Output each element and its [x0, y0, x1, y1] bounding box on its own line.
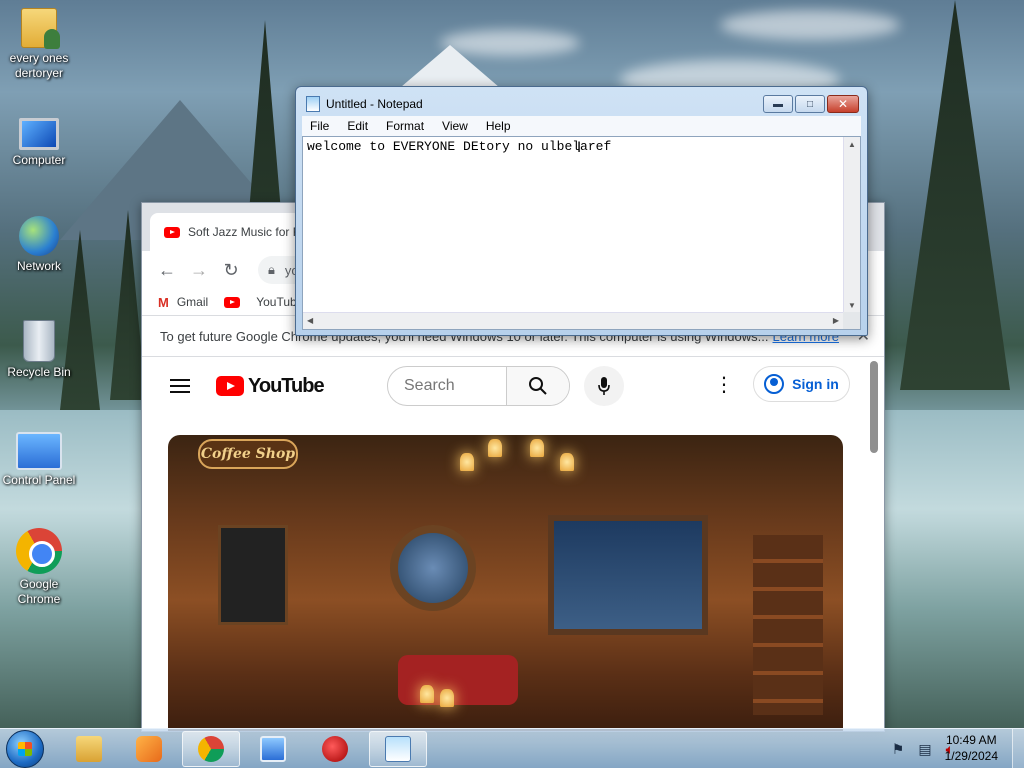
scroll-right-icon[interactable]: ▶	[833, 316, 839, 325]
menu-view[interactable]: View	[442, 119, 468, 133]
network-status-icon[interactable]: ▤	[918, 741, 931, 758]
desktop-icon-network[interactable]: Network	[0, 216, 78, 274]
control-panel-icon	[260, 736, 286, 762]
notepad-icon	[385, 736, 411, 762]
system-clock[interactable]: 10:49 AM 1/29/2024	[945, 732, 998, 764]
youtube-logo-text: YouTube	[248, 374, 325, 397]
taskbar-chrome[interactable]	[182, 731, 240, 767]
taskbar-notepad[interactable]	[369, 731, 427, 767]
desktop-icon-computer[interactable]: Computer	[0, 114, 78, 168]
folder-icon	[21, 8, 60, 49]
search-input[interactable]: Search	[388, 367, 506, 405]
tab-title: Soft Jazz Music for R	[188, 225, 302, 239]
desktop-icon-folder[interactable]: every ones dertoryer	[0, 8, 78, 81]
control-panel-icon	[16, 432, 62, 470]
window-controls: ▬ □ ✕	[763, 95, 859, 113]
start-button[interactable]	[6, 730, 44, 768]
voice-search-button[interactable]	[584, 366, 624, 406]
desktop-icon-label: Google Chrome	[17, 577, 61, 606]
thumbnail-sign: Coffee Shop	[198, 439, 298, 469]
menu-edit[interactable]: Edit	[347, 119, 368, 133]
chrome-icon	[198, 736, 224, 762]
menu-format[interactable]: Format	[386, 119, 424, 133]
youtube-logo-icon	[216, 376, 244, 396]
desktop-icon-label: Recycle Bin	[7, 365, 71, 379]
show-desktop-button[interactable]	[1012, 729, 1024, 768]
network-icon	[19, 216, 59, 256]
sign-in-button[interactable]: Sign in	[753, 366, 850, 402]
reload-icon[interactable]: ↻	[220, 259, 242, 281]
microphone-icon	[598, 377, 610, 395]
bookmark-label: Gmail	[176, 295, 209, 309]
notepad-window[interactable]: Untitled - Notepad ▬ □ ✕ File Edit Forma…	[295, 86, 868, 336]
tab-youtube[interactable]: Soft Jazz Music for R	[150, 213, 302, 251]
explorer-icon	[76, 736, 102, 762]
account-icon	[764, 374, 785, 394]
desktop-icon-label: Control Panel	[2, 473, 76, 487]
youtube-page: YouTube Search ⋮ Sign in Coffee Shop	[142, 357, 884, 731]
desktop-icon-chrome[interactable]: Google Chrome	[0, 528, 78, 607]
sign-in-label: Sign in	[792, 376, 839, 392]
desktop-icon-label: every ones dertoryer	[9, 51, 69, 80]
youtube-favicon-icon	[164, 226, 180, 238]
scroll-up-icon[interactable]: ▲	[848, 140, 856, 149]
menu-file[interactable]: File	[310, 119, 329, 133]
desktop-icon-label: Computer	[12, 153, 66, 167]
bookmark-youtube[interactable]: YouTube	[224, 295, 303, 309]
editor-content[interactable]: welcome to EVERYONE DEtory no ulbelaref	[307, 139, 611, 154]
desktop-icon-recycle-bin[interactable]: Recycle Bin	[0, 320, 78, 380]
media-player-icon	[136, 736, 162, 762]
taskbar-media-player[interactable]	[120, 731, 178, 767]
text-editor-area[interactable]: welcome to EVERYONE DEtory no ulbelaref …	[302, 136, 861, 330]
horizontal-scrollbar[interactable]: ◀ ▶	[303, 312, 843, 329]
forward-arrow-icon[interactable]: →	[188, 259, 210, 281]
close-button[interactable]: ✕	[827, 95, 859, 113]
recycle-bin-icon	[23, 320, 55, 362]
computer-icon	[19, 118, 59, 150]
menu-help[interactable]: Help	[486, 119, 511, 133]
desktop-icon-control-panel[interactable]: Control Panel	[0, 428, 78, 488]
red-app-icon	[322, 736, 348, 762]
menu-icon[interactable]	[170, 379, 190, 393]
taskbar: ⚑ ▤ 🔈︎ 10:49 AM 1/29/2024	[0, 728, 1024, 768]
menu-bar: File Edit Format View Help	[302, 116, 861, 136]
action-center-flag-icon[interactable]: ⚑	[892, 741, 905, 758]
video-thumbnail[interactable]: Coffee Shop	[168, 435, 843, 731]
search-icon	[529, 377, 547, 395]
window-title: Untitled - Notepad	[326, 97, 423, 111]
gmail-icon: M	[158, 294, 169, 310]
scroll-down-icon[interactable]: ▼	[848, 301, 856, 310]
text-cursor-icon: I	[577, 140, 582, 156]
youtube-favicon-icon	[224, 296, 241, 308]
youtube-search-box: Search	[387, 366, 570, 406]
maximize-button[interactable]: □	[795, 95, 825, 113]
notepad-icon	[306, 96, 320, 112]
bookmark-gmail[interactable]: M Gmail	[158, 295, 208, 310]
taskbar-control-panel[interactable]	[244, 731, 302, 767]
clock-time: 10:49 AM	[945, 733, 997, 747]
back-arrow-icon[interactable]: ←	[156, 259, 178, 281]
taskbar-red-app[interactable]	[306, 731, 364, 767]
youtube-logo[interactable]: YouTube	[216, 374, 325, 398]
more-options-icon[interactable]: ⋮	[714, 375, 734, 395]
minimize-button[interactable]: ▬	[763, 95, 793, 113]
taskbar-explorer[interactable]	[60, 731, 118, 767]
youtube-header: YouTube Search ⋮ Sign in	[142, 357, 884, 415]
lock-icon: 🔒︎	[268, 262, 275, 277]
vertical-scrollbar[interactable]: ▲ ▼	[843, 137, 860, 313]
desktop-icon-label: Network	[16, 259, 61, 273]
page-scrollbar[interactable]	[870, 361, 878, 453]
clock-date: 1/29/2024	[944, 749, 998, 763]
search-button[interactable]	[506, 367, 569, 405]
chrome-icon	[16, 528, 62, 574]
scroll-left-icon[interactable]: ◀	[307, 316, 313, 325]
